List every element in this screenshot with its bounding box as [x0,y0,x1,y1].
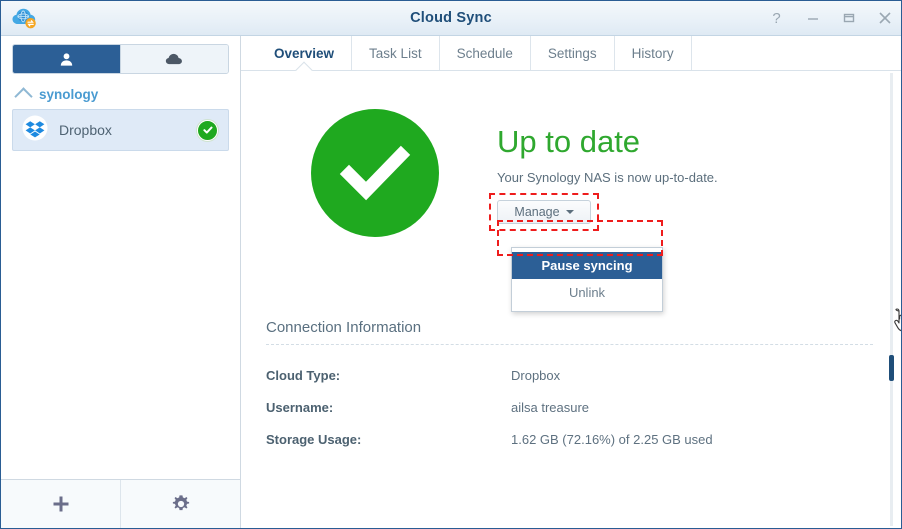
check-circle-icon [311,109,439,237]
connection-heading: Connection Information [266,319,422,336]
overview-panel: Up to date Your Synology NAS is now up-t… [241,71,901,528]
tab-label: Overview [274,45,335,61]
menu-item-label: Pause syncing [541,257,633,273]
minimize-icon[interactable] [804,10,821,27]
table-row: Storage Usage: 1.62 GB (72.16%) of 2.25 … [266,423,873,455]
sidebar-footer [1,479,240,528]
status-subtitle: Your Synology NAS is now up-to-date. [497,169,718,185]
vertical-scrollbar[interactable] [886,71,897,528]
sync-status-text: Up to date Your Synology NAS is now up-t… [489,109,718,312]
plus-icon [53,496,68,512]
tab-label: History [631,45,674,61]
connection-information: Connection Information Cloud Type: Dropb… [266,319,873,455]
window-body: synology Dropbox Overview Task List Sche… [1,36,901,528]
tab-task-list[interactable]: Task List [352,36,440,70]
sidebar: synology Dropbox [1,36,241,528]
tab-label: Settings [547,45,597,61]
sidebar-item-dropbox[interactable]: Dropbox [12,109,229,151]
row-value: 1.62 GB (72.16%) of 2.25 GB used [511,431,713,447]
segment-cloud[interactable] [120,45,228,73]
user-icon [60,52,73,66]
tab-label: Task List [369,45,422,61]
sidebar-group-label: synology [39,87,99,102]
scrollbar-track [890,73,893,526]
cloud-sync-icon [11,4,39,32]
tab-label: Schedule [456,45,513,61]
maximize-icon[interactable] [840,10,857,27]
gear-icon [172,495,189,511]
title-bar: Cloud Sync ? [1,1,901,36]
divider [266,344,873,345]
manage-button[interactable]: Manage [497,199,591,224]
manage-button-label: Manage [514,204,560,219]
account-name: Dropbox [59,122,112,138]
status-title: Up to date [497,124,641,159]
row-value: ailsa treasure [511,399,590,415]
menu-item-unlink[interactable]: Unlink [512,279,662,306]
cloud-sync-window: Cloud Sync ? synology Dropbox Overview T… [0,0,902,529]
manage-control-group: Manage Pause syncing Unlink [489,192,663,312]
menu-item-pause-syncing[interactable]: Pause syncing [512,251,662,279]
row-label: Storage Usage: [266,431,362,447]
sidebar-group-synology[interactable]: synology [1,80,240,109]
tab-schedule[interactable]: Schedule [440,36,531,70]
row-label: Cloud Type: [266,367,341,383]
window-controls: ? [768,1,893,35]
chevron-down-icon [565,209,574,214]
menu-item-label: Unlink [568,284,606,300]
chevron-up-icon [14,87,33,106]
help-button[interactable]: ? [768,10,785,27]
row-label: Username: [266,399,334,415]
window-title: Cloud Sync [410,10,492,26]
row-value: Dropbox [511,367,561,383]
segment-user[interactable] [13,45,120,73]
cloud-icon [165,53,182,65]
dropbox-icon [22,115,48,146]
close-icon[interactable] [876,10,893,27]
table-row: Username: ailsa treasure [266,391,873,423]
scrollbar-thumb[interactable] [889,355,894,381]
sidebar-segmented-control [1,36,240,80]
tab-overview[interactable]: Overview [257,36,353,70]
account-list: Dropbox [1,109,240,151]
manage-dropdown-menu: Pause syncing Unlink [511,246,663,312]
sync-status-row: Up to date Your Synology NAS is now up-t… [241,71,901,312]
tab-bar: Overview Task List Schedule Settings His… [241,36,901,71]
table-row: Cloud Type: Dropbox [266,359,873,391]
settings-button[interactable] [120,480,240,528]
content-area: Overview Task List Schedule Settings His… [241,36,901,528]
add-task-button[interactable] [1,480,120,528]
tab-history[interactable]: History [615,36,692,70]
tab-settings[interactable]: Settings [531,36,615,70]
status-ok-icon [197,119,218,141]
